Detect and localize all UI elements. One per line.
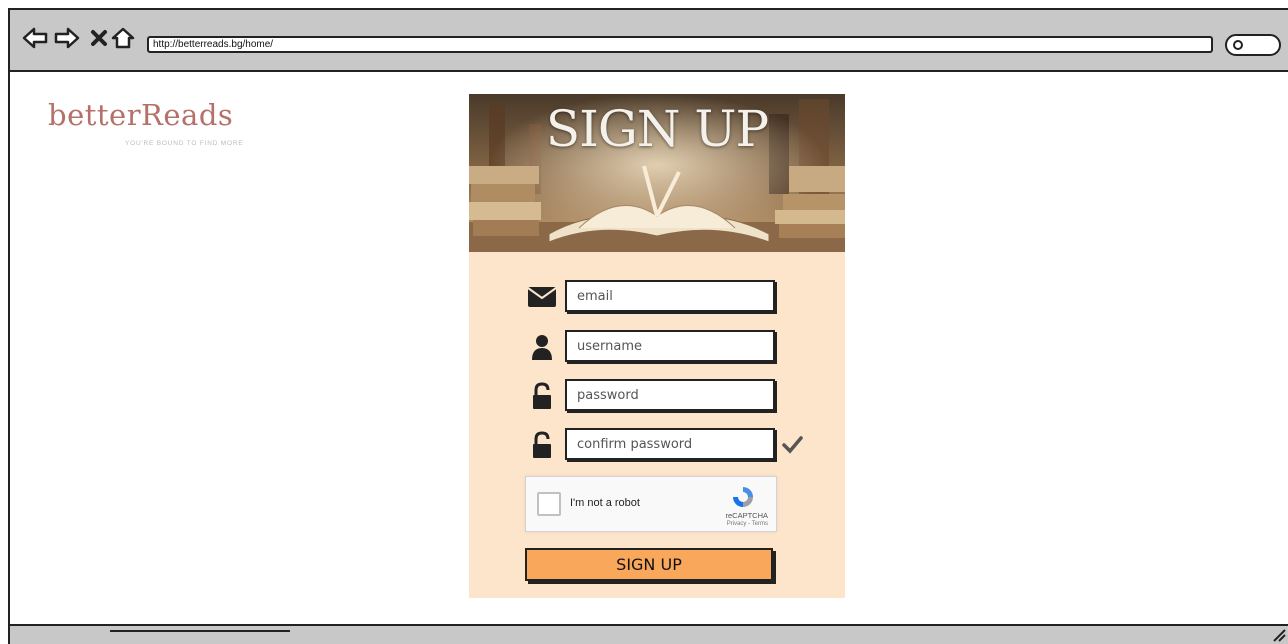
username-row <box>525 330 785 364</box>
email-row <box>525 280 785 314</box>
unlock-icon <box>525 379 559 413</box>
address-bar[interactable]: http://betterreads.bg/home/ <box>147 36 1213 53</box>
recaptcha-widget: I'm not a robot reCAPTCHA Privacy - Term… <box>525 476 777 532</box>
signup-button[interactable]: SIGN UP <box>525 548 773 581</box>
username-field[interactable] <box>565 330 775 362</box>
unlock-icon <box>525 428 559 462</box>
logo-tagline: YOU'RE BOUND TO FIND MORE <box>125 140 244 147</box>
logo-title: betterReads <box>48 98 234 132</box>
forward-icon[interactable] <box>54 26 80 50</box>
site-logo[interactable]: betterReads YOU'RE BOUND TO FIND MORE <box>18 90 286 162</box>
home-icon[interactable] <box>110 26 136 50</box>
close-icon[interactable] <box>86 26 112 50</box>
back-icon[interactable] <box>22 26 48 50</box>
password-field[interactable] <box>565 379 775 411</box>
browser-search-button[interactable] <box>1225 34 1281 56</box>
browser-toolbar: http://betterreads.bg/home/ <box>10 10 1288 72</box>
search-icon <box>1233 40 1243 50</box>
recaptcha-logo-icon <box>731 485 755 509</box>
confirm-password-field[interactable] <box>565 428 775 460</box>
email-field[interactable] <box>565 280 775 312</box>
envelope-icon <box>525 280 559 314</box>
horizontal-scrollbar[interactable] <box>110 630 290 640</box>
hero-title: SIGN UP <box>545 100 769 158</box>
checkmark-icon <box>781 433 803 455</box>
resize-grip-icon[interactable] <box>1272 628 1286 642</box>
recaptcha-label: I'm not a robot <box>570 497 640 509</box>
password-row <box>525 379 785 413</box>
recaptcha-links[interactable]: Privacy - Terms <box>727 521 768 527</box>
browser-window: http://betterreads.bg/home/ betterReads … <box>8 8 1288 644</box>
user-icon <box>525 330 559 364</box>
browser-status-bar <box>10 624 1288 644</box>
confirm-password-row <box>525 428 815 462</box>
signup-card: SIGN UP email username I'm not a robot r… <box>469 94 845 598</box>
hero-banner: SIGN UP <box>469 94 845 252</box>
recaptcha-brand: reCAPTCHA <box>725 511 768 520</box>
recaptcha-checkbox[interactable] <box>537 492 561 516</box>
